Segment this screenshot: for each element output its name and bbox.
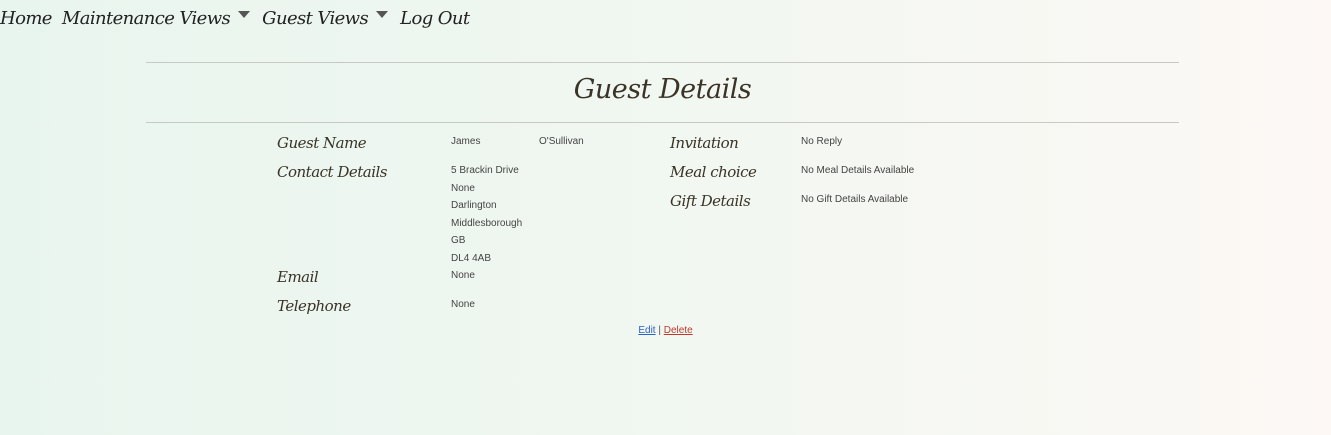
- actions-separator: |: [658, 325, 661, 336]
- address-country: GB: [451, 235, 466, 246]
- gift-details-label: Gift Details: [670, 192, 751, 210]
- meal-choice-label: Meal choice: [670, 163, 757, 181]
- edit-link[interactable]: Edit: [638, 325, 655, 336]
- address-line-2: None: [451, 182, 475, 194]
- nav-home-label: Home: [0, 7, 52, 29]
- guest-first-name: James: [451, 136, 481, 147]
- main-nav: Home Maintenance Views Guest Views Log O…: [0, 4, 480, 32]
- telephone-label: Telephone: [277, 297, 351, 315]
- contact-address: 5 Brackin Drive None Darlington Middlesb…: [451, 162, 522, 267]
- page-title: Guest Details: [573, 74, 752, 105]
- delete-link[interactable]: Delete: [664, 325, 693, 336]
- nav-maintenance-views[interactable]: Maintenance Views: [62, 8, 252, 29]
- divider-top: [146, 62, 1179, 63]
- nav-guest-views-label: Guest Views: [262, 7, 369, 29]
- gift-details-value: No Gift Details Available: [801, 194, 909, 205]
- email-value: None: [451, 270, 475, 281]
- telephone-value: None: [451, 299, 475, 310]
- address-county: Middlesborough: [451, 217, 523, 229]
- chevron-down-icon: [238, 10, 251, 18]
- guest-name-label: Guest Name: [277, 134, 367, 152]
- guest-last-name: O'Sullivan: [539, 136, 584, 147]
- address-postcode: DL4 4AB: [451, 252, 492, 264]
- nav-guest-views[interactable]: Guest Views: [262, 8, 390, 29]
- nav-maintenance-views-label: Maintenance Views: [61, 7, 231, 29]
- invitation-value: No Reply: [801, 136, 843, 147]
- address-city: Darlington: [451, 200, 497, 211]
- address-line-1: 5 Brackin Drive: [451, 165, 519, 176]
- meal-choice-value: No Meal Details Available: [801, 165, 915, 176]
- contact-details-label: Contact Details: [277, 163, 388, 181]
- divider-bottom: [146, 122, 1179, 123]
- invitation-label: Invitation: [670, 134, 739, 152]
- chevron-down-icon: [376, 10, 389, 18]
- email-label: Email: [277, 268, 319, 286]
- nav-home[interactable]: Home: [0, 8, 52, 29]
- nav-log-out[interactable]: Log Out: [400, 7, 470, 29]
- nav-log-out-label: Log Out: [400, 7, 470, 29]
- record-actions: Edit | Delete: [0, 325, 1331, 336]
